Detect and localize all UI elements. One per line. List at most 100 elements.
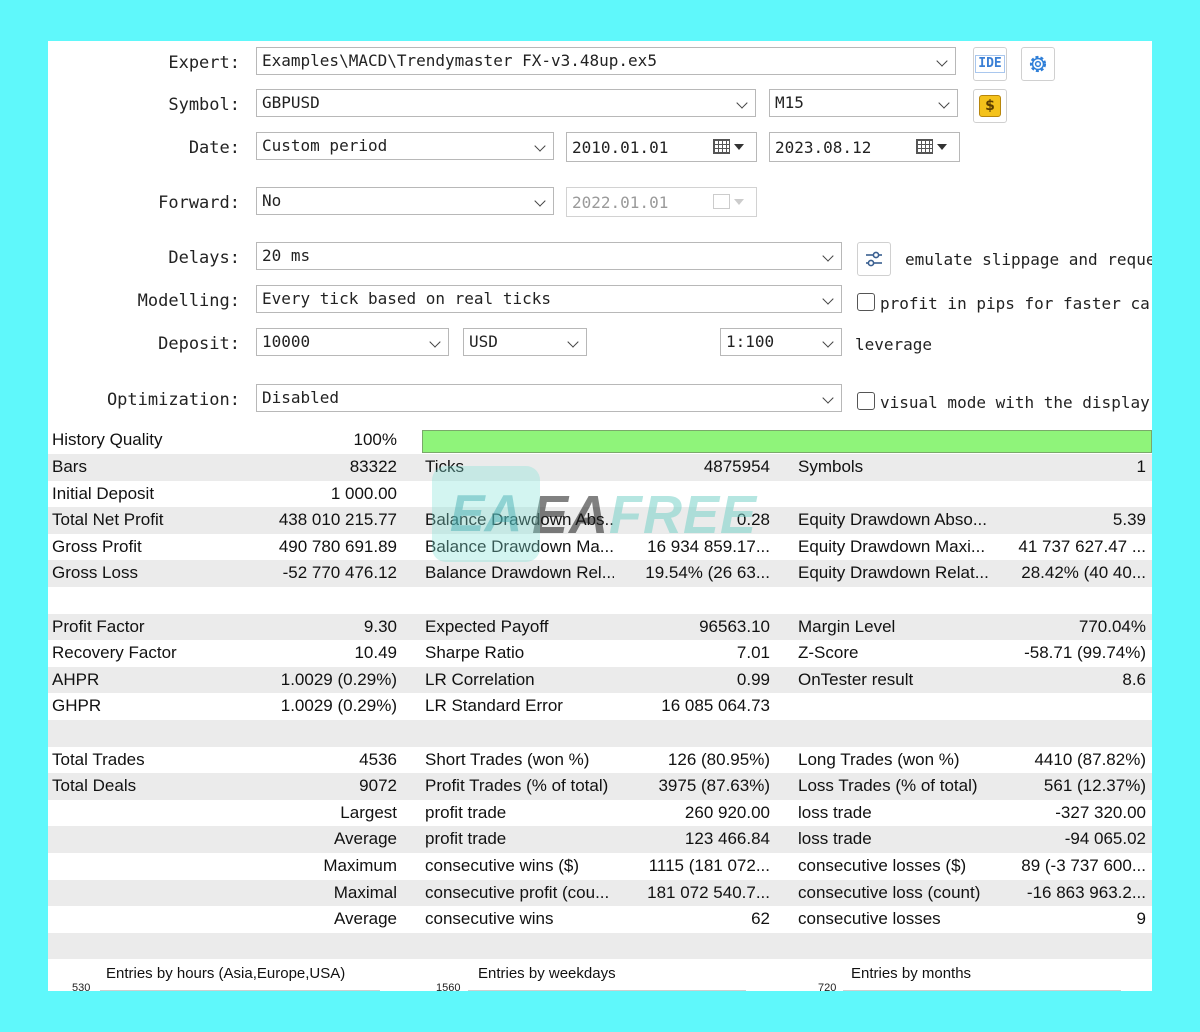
stat-label: OnTester result (798, 669, 914, 689)
calendar-icon (713, 194, 730, 209)
dropdown-arrow-icon (734, 144, 744, 150)
stat-label: Gross Profit (52, 536, 142, 556)
chevron-down-icon (822, 250, 834, 262)
dropdown-arrow-icon (734, 199, 744, 205)
profit-in-pips-label: profit in pips for faster ca (880, 294, 1150, 313)
symbol-select[interactable]: GBPUSD (256, 89, 756, 117)
stat-label: Profit Factor (52, 616, 145, 636)
leverage-select[interactable]: 1:100 (720, 328, 842, 356)
date-from-value: 2010.01.01 (572, 138, 669, 157)
stat-label: loss trade (798, 802, 872, 822)
stat-label: Short Trades (won %) (425, 749, 590, 769)
stats-row: Gross Loss -52 770 476.12 Balance Drawdown… (48, 560, 1152, 587)
chart-axis-hours (100, 990, 380, 991)
stat-value: 10.49 (354, 643, 397, 663)
watermark: EAFREE (532, 484, 757, 546)
stat-label: Profit Trades (% of total) (425, 776, 609, 796)
stats-row: Maximal consecutive profit (cou... 181 072… (48, 879, 1152, 907)
delays-select[interactable]: 20 ms (256, 242, 842, 270)
ide-icon: IDE (975, 55, 1005, 73)
chevron-down-icon (938, 97, 950, 109)
stats-row (48, 932, 1152, 960)
forward-date-value: 2022.01.01 (572, 193, 669, 212)
chart-title-hours: Entries by hours (Asia,Europe,USA) (106, 965, 346, 982)
stat-label: LR Standard Error (425, 696, 563, 716)
stat-value: 9072 (359, 776, 397, 796)
stats-row: Total Trades 4536 Short Trades (won %) 126 … (48, 747, 1152, 774)
stat-label: profit trade (425, 829, 507, 849)
date-mode-value: Custom period (262, 136, 388, 155)
stat-value: 16 085 064.73 (661, 696, 770, 716)
settings-button[interactable] (1021, 47, 1055, 81)
stat-value: 5.39 (1112, 510, 1146, 530)
stats-row: Average profit trade 123 466.84 loss trade -… (48, 826, 1152, 853)
deposit-amount-value: 10000 (262, 332, 311, 351)
chart-title-weekdays: Entries by weekdays (478, 965, 616, 982)
stat-label: Long Trades (won %) (798, 749, 960, 769)
stat-value: -327 320.00 (1055, 802, 1146, 822)
optimization-select[interactable]: Disabled (256, 384, 842, 412)
deposit-amount-select[interactable]: 10000 (256, 328, 449, 356)
optimization-label: Optimization: (106, 390, 240, 410)
stats-row: Maximum consecutive wins ($) 1115 (181 072… (48, 853, 1152, 880)
forward-label: Forward: (158, 193, 240, 213)
watermark-text-b: FREE (609, 485, 758, 545)
stat-label: Total Trades (52, 749, 145, 769)
visual-mode-checkbox[interactable] (857, 392, 875, 410)
stat-label: Balance Drawdown Rel... (425, 563, 614, 583)
chart-tick-weekdays: 1560 (436, 982, 461, 991)
stat-value: 0.99 (736, 669, 770, 689)
symbol-label: Symbol: (168, 95, 240, 115)
period-select[interactable]: M15 (769, 89, 958, 117)
stat-value: Average (333, 829, 397, 849)
stat-value: 1115 (181 072... (648, 856, 770, 875)
stat-value: 28.42% (40 40... (1021, 563, 1146, 583)
forward-select[interactable]: No (256, 187, 554, 215)
stats-row: GHPR 1.0029 (0.29%) LR Standard Error 16 08… (48, 693, 1152, 720)
stat-value: 260 920.00 (684, 802, 770, 822)
stats-row: Profit Factor 9.30 Expected Payoff 96563.10… (48, 613, 1152, 641)
expert-value: Examples\MACD\Trendymaster FX-v3.48up.ex… (262, 51, 657, 70)
delay-settings-button[interactable] (857, 242, 891, 276)
calendar-icon (916, 139, 933, 154)
date-label: Date: (188, 138, 240, 158)
delays-label: Delays: (168, 248, 240, 268)
visual-mode-label: visual mode with the display (880, 393, 1150, 412)
currency-value: USD (469, 332, 498, 351)
stat-label: Total Net Profit (52, 510, 164, 530)
date-mode-select[interactable]: Custom period (256, 132, 554, 160)
modelling-label: Modelling: (137, 291, 240, 311)
date-to-picker[interactable]: 2023.08.12 (769, 132, 960, 162)
stat-value: 1.0029 (0.29%) (280, 669, 397, 689)
stat-value: -58.71 (99.74%) (1024, 643, 1146, 663)
modelling-select[interactable]: Every tick based on real ticks (256, 285, 842, 313)
watermark-text-a: EA (532, 485, 610, 545)
deposit-label: Deposit: (158, 334, 240, 354)
history-quality-bar-fill (423, 431, 1151, 452)
stat-label: AHPR (52, 669, 100, 689)
stat-value: 1.0029 (0.29%) (280, 696, 397, 716)
chevron-down-icon (534, 195, 546, 207)
stat-value: Average (333, 909, 397, 929)
profit-in-pips-checkbox[interactable] (857, 293, 875, 311)
ide-button[interactable]: IDE (973, 47, 1007, 81)
stats-row (48, 587, 1152, 614)
dropdown-arrow-icon (937, 144, 947, 150)
stat-value: Maximal (333, 882, 397, 902)
forward-value: No (262, 191, 282, 210)
stats-row: Largest profit trade 260 920.00 loss trade -… (48, 800, 1152, 827)
stat-label: Equity Drawdown Relat... (798, 563, 989, 583)
currency-select[interactable]: USD (463, 328, 587, 356)
stat-value: 3975 (87.63%) (658, 776, 770, 796)
symbol-properties-button[interactable]: $ (973, 89, 1007, 123)
chevron-down-icon (822, 392, 834, 404)
expert-select[interactable]: Examples\MACD\Trendymaster FX-v3.48up.ex… (256, 47, 956, 75)
stat-value: 41 737 627.47 ... (1018, 536, 1146, 556)
period-value: M15 (775, 93, 804, 112)
stat-value: 9 (1136, 909, 1146, 929)
calendar-icon (713, 139, 730, 154)
stat-label: Bars (52, 457, 87, 476)
dollar-icon: $ (979, 95, 1001, 117)
chart-tick-months: 720 (818, 982, 837, 991)
date-from-picker[interactable]: 2010.01.01 (566, 132, 757, 162)
